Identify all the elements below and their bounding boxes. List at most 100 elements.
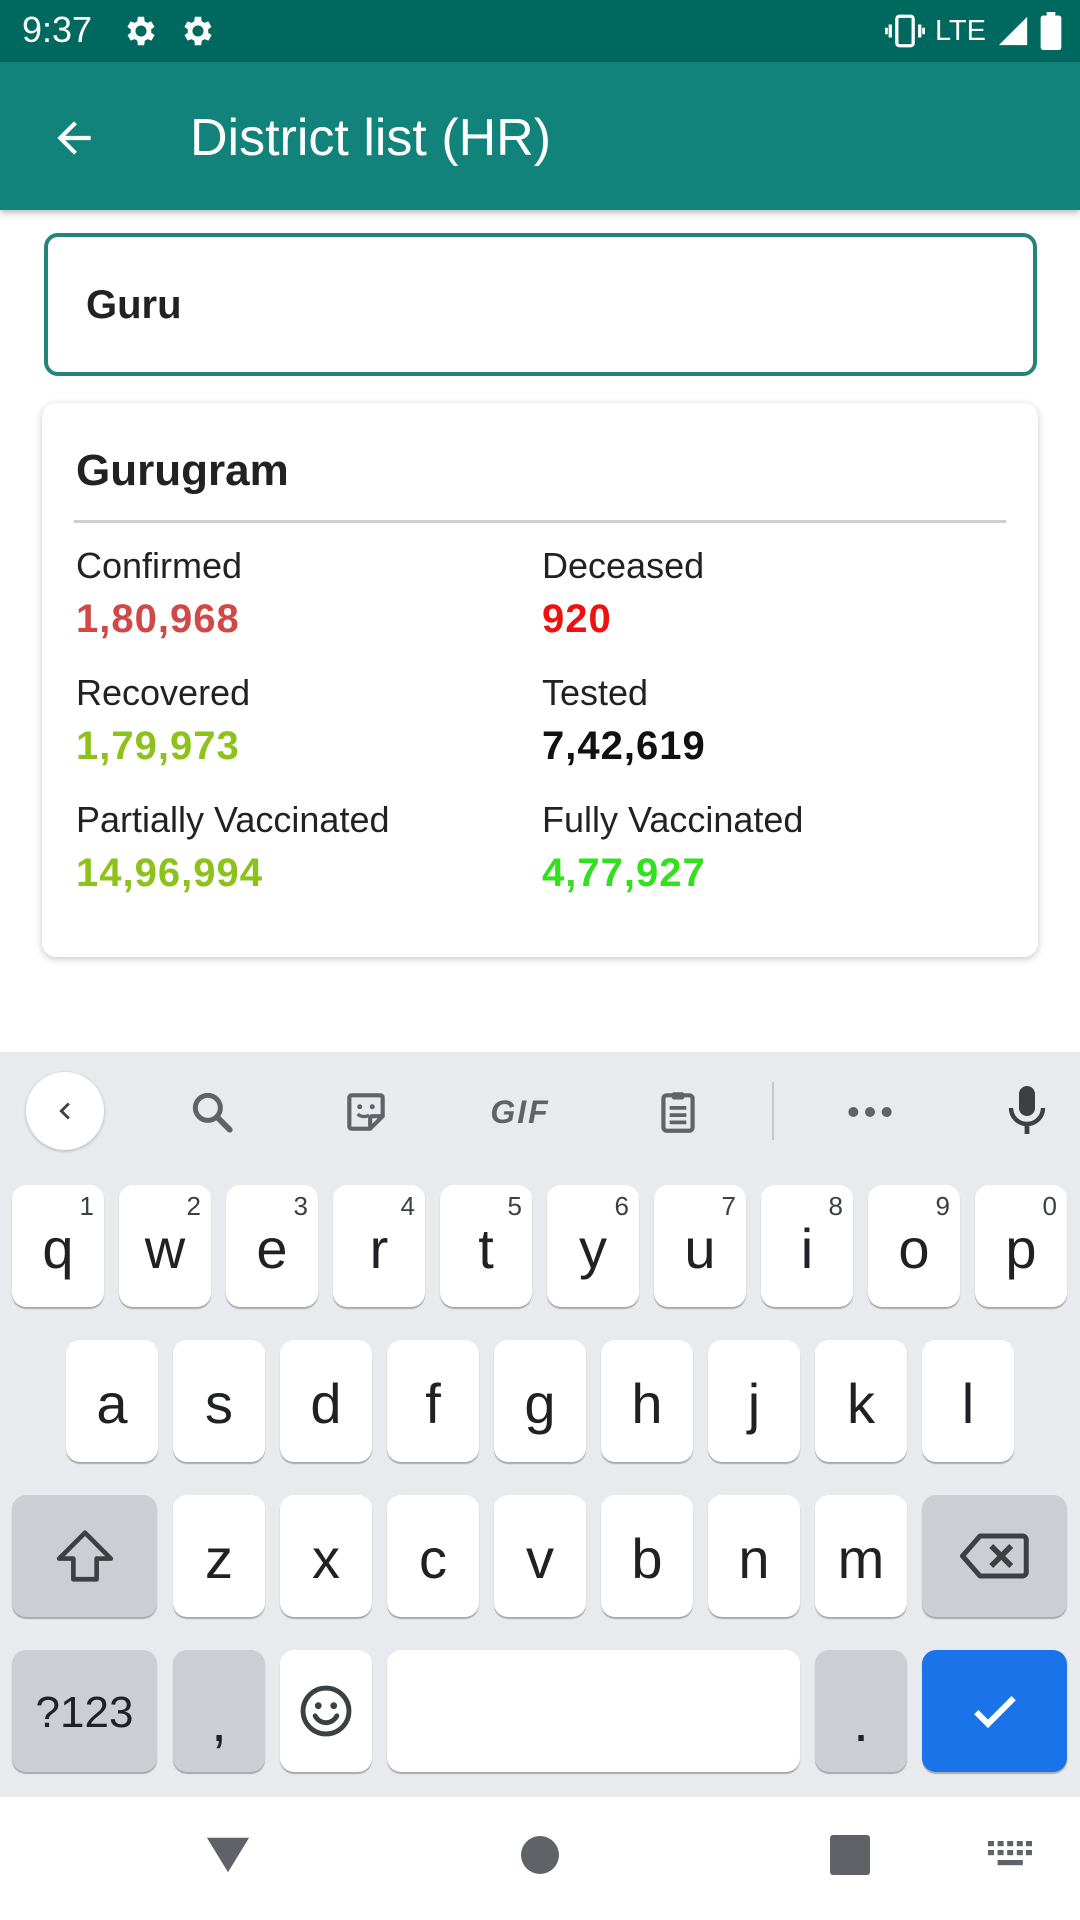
settings-gear-icon xyxy=(184,16,212,46)
enter-key[interactable] xyxy=(922,1650,1067,1772)
partially-vaccinated-label: Partially Vaccinated xyxy=(76,799,390,840)
deceased-value: 920 xyxy=(542,597,612,641)
key-d[interactable]: d xyxy=(280,1340,372,1462)
sticker-icon xyxy=(347,1093,385,1131)
comma-key[interactable]: , xyxy=(173,1650,265,1772)
page-title: District list (HR) xyxy=(190,109,552,167)
key-label: y xyxy=(579,1216,607,1280)
key-label: e xyxy=(256,1216,288,1280)
divider xyxy=(74,520,1006,523)
key-b[interactable]: b xyxy=(601,1495,693,1617)
key-x[interactable]: x xyxy=(280,1495,372,1617)
key-h[interactable]: h xyxy=(601,1340,693,1462)
key-label: ?123 xyxy=(35,1688,134,1737)
status-bar: 9:37 LTE xyxy=(0,0,1080,62)
district-search-field[interactable] xyxy=(44,233,1037,376)
key-label: i xyxy=(800,1216,814,1280)
key-t[interactable]: 5t xyxy=(440,1185,532,1307)
key-i[interactable]: 8i xyxy=(761,1185,853,1307)
key-y[interactable]: 6y xyxy=(547,1185,639,1307)
recovered-label: Recovered xyxy=(76,672,251,713)
key-label: t xyxy=(478,1216,494,1280)
key-k[interactable]: k xyxy=(815,1340,907,1462)
sticker-button[interactable] xyxy=(334,1080,398,1144)
nav-home-button[interactable] xyxy=(512,1827,568,1883)
app-bar: District list (HR) xyxy=(0,62,1080,210)
key-label: h xyxy=(631,1371,663,1435)
confirmed-value: 1,80,968 xyxy=(76,597,240,641)
home-circle-icon xyxy=(521,1836,559,1874)
key-label: k xyxy=(847,1371,875,1435)
district-name: Gurugram xyxy=(76,446,289,495)
key-v[interactable]: v xyxy=(494,1495,586,1617)
key-label: d xyxy=(310,1371,342,1435)
key-l[interactable]: l xyxy=(922,1340,1014,1462)
key-r[interactable]: 4r xyxy=(333,1185,425,1307)
key-hint: 5 xyxy=(507,1191,522,1221)
symbols-key[interactable]: ?123 xyxy=(12,1650,157,1772)
key-n[interactable]: n xyxy=(708,1495,800,1617)
status-icons: LTE xyxy=(884,10,1062,52)
period-key[interactable]: . xyxy=(815,1650,907,1772)
system-navigation-bar xyxy=(0,1797,1080,1920)
key-a[interactable]: a xyxy=(66,1340,158,1462)
key-m[interactable]: m xyxy=(815,1495,907,1617)
gif-icon: GIF xyxy=(490,1093,550,1130)
status-time: 9:37 xyxy=(22,9,93,50)
back-button[interactable] xyxy=(40,104,108,172)
key-label: u xyxy=(684,1216,716,1280)
keyboard-search-button[interactable] xyxy=(180,1080,244,1144)
key-c[interactable]: c xyxy=(387,1495,479,1617)
key-z[interactable]: z xyxy=(173,1495,265,1617)
key-w[interactable]: 2w xyxy=(119,1185,211,1307)
emoji-icon xyxy=(300,1685,352,1737)
key-g[interactable]: g xyxy=(494,1340,586,1462)
key-label: l xyxy=(961,1371,975,1435)
key-label: n xyxy=(738,1526,770,1590)
emoji-key[interactable] xyxy=(280,1650,372,1772)
recovered-value: 1,79,973 xyxy=(76,724,240,768)
arrow-back-icon xyxy=(57,121,91,155)
key-label: r xyxy=(369,1216,389,1280)
soft-keyboard: GIF 1q 2w 3e 4r 5t 6y 7u 8i 9o 0p a s d … xyxy=(0,1052,1080,1797)
partially-vaccinated-value: 14,96,994 xyxy=(76,851,263,895)
nav-back-button[interactable] xyxy=(200,1827,256,1883)
key-f[interactable]: f xyxy=(387,1340,479,1462)
key-o[interactable]: 9o xyxy=(868,1185,960,1307)
key-q[interactable]: 1q xyxy=(12,1185,104,1307)
key-u[interactable]: 7u xyxy=(654,1185,746,1307)
vibrate-icon xyxy=(884,14,925,48)
nav-recents-button[interactable] xyxy=(822,1827,878,1883)
checkmark-icon xyxy=(973,1696,1016,1729)
key-label: g xyxy=(524,1371,556,1435)
network-type: LTE xyxy=(934,15,986,47)
space-key[interactable] xyxy=(387,1650,800,1772)
key-s[interactable]: s xyxy=(173,1340,265,1462)
more-options-button[interactable] xyxy=(836,1080,904,1144)
backspace-key[interactable] xyxy=(922,1495,1067,1617)
key-p[interactable]: 0p xyxy=(975,1185,1067,1307)
key-label: m xyxy=(837,1526,885,1590)
deceased-label: Deceased xyxy=(542,545,705,586)
key-label: s xyxy=(205,1371,233,1435)
keyboard-switch-button[interactable] xyxy=(982,1827,1038,1883)
key-hint: 8 xyxy=(828,1191,843,1221)
shift-key[interactable] xyxy=(12,1495,157,1617)
clipboard-button[interactable] xyxy=(646,1080,710,1144)
fully-vaccinated-label: Fully Vaccinated xyxy=(542,799,804,840)
key-e[interactable]: 3e xyxy=(226,1185,318,1307)
gif-button[interactable]: GIF xyxy=(478,1080,562,1144)
key-hint: 0 xyxy=(1042,1191,1057,1221)
key-label: q xyxy=(42,1216,74,1280)
fully-vaccinated-value: 4,77,927 xyxy=(542,851,706,895)
recents-square-icon xyxy=(830,1835,870,1875)
keyboard-collapse-button[interactable] xyxy=(26,1072,104,1150)
more-icon xyxy=(848,1107,892,1117)
key-hint: 2 xyxy=(186,1191,201,1221)
district-card[interactable]: Gurugram Confirmed 1,80,968 Deceased 920… xyxy=(42,403,1038,957)
key-label: f xyxy=(425,1371,441,1435)
voice-input-button[interactable] xyxy=(996,1080,1058,1144)
key-j[interactable]: j xyxy=(708,1340,800,1462)
search-input[interactable] xyxy=(86,277,986,333)
screen: 9:37 LTE District list (HR) Gurugram Con… xyxy=(0,0,1080,1920)
